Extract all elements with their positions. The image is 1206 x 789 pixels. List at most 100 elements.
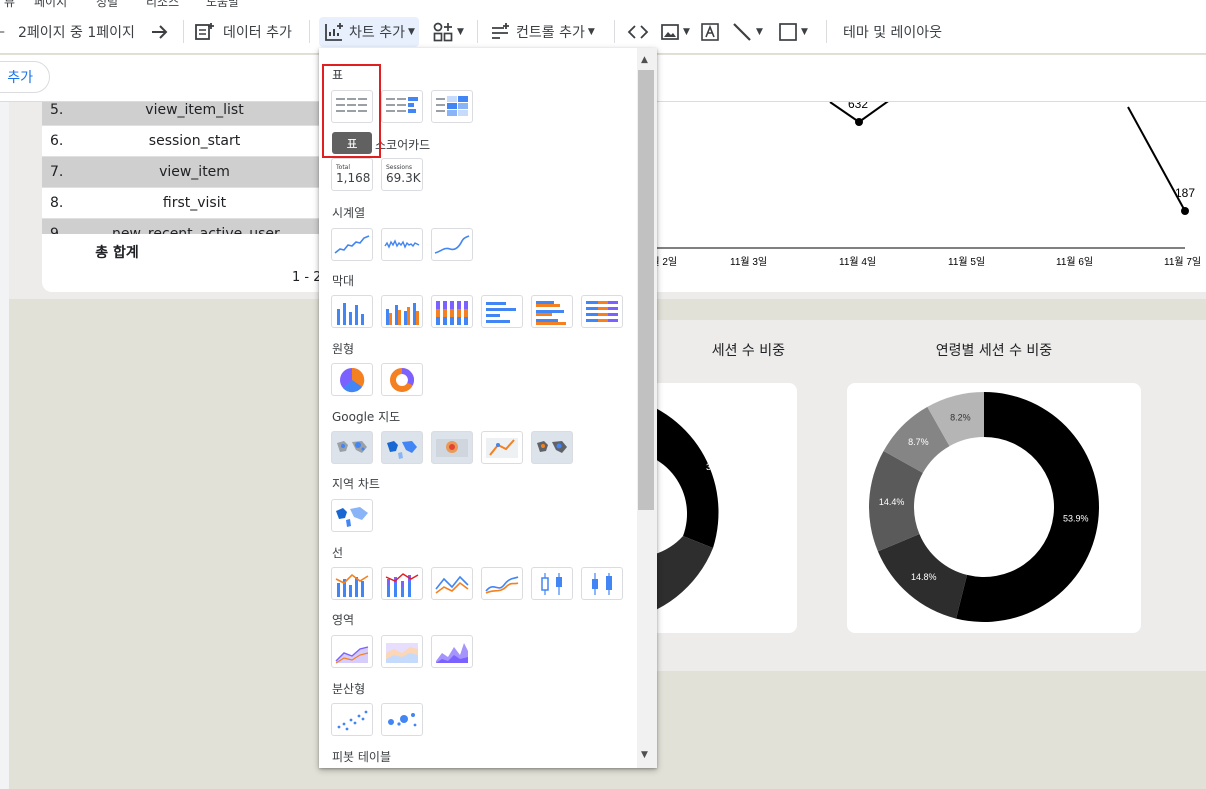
menu-page[interactable]: 페이지 [34,0,67,9]
chart-option-stacked-column[interactable] [431,295,473,328]
donut-right-title: 연령별 세션 수 비중 [935,343,1053,359]
chart-option-heatmap-map[interactable] [431,431,473,464]
bar-chart-icon [486,301,516,323]
add-pill-button[interactable]: 추가 [0,61,50,93]
chart-option-table-heatmap[interactable] [431,90,473,123]
chart-option-bubble-map[interactable] [331,431,373,464]
chevron-down-icon: ▼ [407,27,415,37]
chart-option-filled-map[interactable] [381,431,423,464]
table-pager[interactable]: 1 - 2 [292,270,322,285]
prev-page-icon[interactable]: – [0,9,5,54]
slice-label: 14.4% [879,497,905,507]
row-number: 6. [50,133,64,149]
chart-option-stacked-area[interactable] [381,635,423,668]
row-value: view_item [159,164,230,180]
slice-label: 8.7% [908,437,929,447]
section-line-label: 선 [332,546,344,560]
scroll-up-icon[interactable]: ▲ [641,55,648,65]
menu-help[interactable]: 도움말 [206,0,239,9]
page-indicator: 2페이지 중 1페이지 [18,24,135,41]
line-chart-card[interactable]: 632 187 11월 2일 11월 3일 11월 4일 11월 5일 11월 … [620,81,1206,292]
code-icon [627,24,649,39]
candlestick-icon [541,572,562,595]
menu-resource[interactable]: 리소스 [146,0,179,9]
chart-option-donut[interactable] [381,363,423,396]
chart-option-geo[interactable] [331,499,373,532]
grouped-bar-icon [536,300,566,325]
x-tick-label: 11월 6일 [1056,256,1093,268]
chart-option-scorecard-compact[interactable]: Sessions 69.3K [381,158,423,191]
stacked-column-icon [436,300,468,325]
table-heatmap-icon [436,95,468,116]
chart-option-timeseries[interactable] [331,228,373,261]
left-gutter [0,102,9,789]
insert-text-button[interactable] [700,9,720,54]
text-box-icon [701,22,719,41]
donut-chart-icon [390,367,414,392]
chart-option-area[interactable] [331,635,373,668]
chart-option-scorecard[interactable]: Total 1,168 [331,158,373,191]
chart-option-combo[interactable] [331,567,373,600]
area-100-icon [436,642,468,663]
section-pie-label: 원형 [332,342,355,356]
chart-option-pie[interactable] [331,363,373,396]
insert-image-button[interactable]: ▼ [660,9,690,54]
menu-view[interactable]: 뷰 [4,0,15,9]
chart-option-sparkline[interactable] [381,228,423,261]
row-value: first_visit [162,195,227,211]
chart-option-stacked-bar[interactable] [581,295,623,328]
data-point [1181,207,1189,215]
section-timeseries-label: 시계열 [332,206,366,220]
next-page-button[interactable] [150,9,170,54]
row-number: 5. [50,102,64,118]
chart-option-grouped-column[interactable] [381,295,423,328]
sparkline-icon [384,238,420,249]
pie-chart-icon [340,367,365,392]
arrow-right-icon [152,24,168,39]
table-row: 7. view_item [42,157,342,188]
section-area-label: 영역 [332,613,355,627]
chart-option-column[interactable] [331,295,373,328]
chart-option-table-bars[interactable] [381,90,423,123]
donut-right-card[interactable]: 53.9% 14.8% 14.4% 8.7% 8.2% [847,383,1141,633]
scorecard-sessions-label: Sessions [386,164,413,171]
chart-option-candlestick[interactable] [531,567,573,600]
series-line [829,81,916,124]
chart-option-smoothed-line[interactable] [481,567,523,600]
smoothed-line-icon [485,575,519,594]
insert-line-button[interactable]: ▼ [731,9,763,54]
table-bars-icon [386,96,418,113]
chart-option-candlestick-filled[interactable] [581,567,623,600]
chart-option-smoothed-timeseries[interactable] [431,228,473,261]
chart-option-grouped-bar[interactable] [531,295,573,328]
theme-layout-button[interactable]: 테마 및 레이아웃 [843,9,942,54]
dropdown-scrollbar-thumb[interactable] [638,70,654,510]
chevron-down-icon: ▼ [457,26,464,37]
table-card[interactable]: 5. view_item_list 6. session_start 7. vi… [42,102,342,292]
chart-option-stacked-combo[interactable] [381,567,423,600]
candlestick-filled-icon [592,572,612,595]
table-row: 8. first_visit [42,188,342,219]
row-value: view_item_list [145,102,244,118]
menubar: 뷰 페이지 정렬 리소스 도움말 [0,0,1206,9]
row-number: 7. [50,164,64,180]
add-data-label: 데이터 추가 [223,24,292,41]
chart-option-100-area[interactable] [431,635,473,668]
chart-option-bar[interactable] [481,295,523,328]
section-scatter-label: 분산형 [332,682,366,696]
chart-option-line-map[interactable] [481,431,523,464]
column-chart-icon [337,302,364,325]
stacked-bar-icon [586,300,618,322]
insert-shape-button[interactable]: ▼ [778,9,808,54]
add-data-button[interactable]: 데이터 추가 [194,9,292,54]
scroll-down-icon[interactable]: ▼ [641,750,648,760]
chart-option-line[interactable] [431,567,473,600]
chart-option-combo-map[interactable] [531,431,573,464]
add-chart-button[interactable]: 차트 추가 ▼ [319,17,419,47]
chart-option-scatter[interactable] [331,703,373,736]
scorecard-sessions-value: 69.3K [386,171,421,185]
menu-arrange[interactable]: 정렬 [96,0,118,9]
slice-label: 53.9% [1063,513,1089,523]
table-total-row: 총 합계 [42,234,342,270]
chart-option-bubble[interactable] [381,703,423,736]
